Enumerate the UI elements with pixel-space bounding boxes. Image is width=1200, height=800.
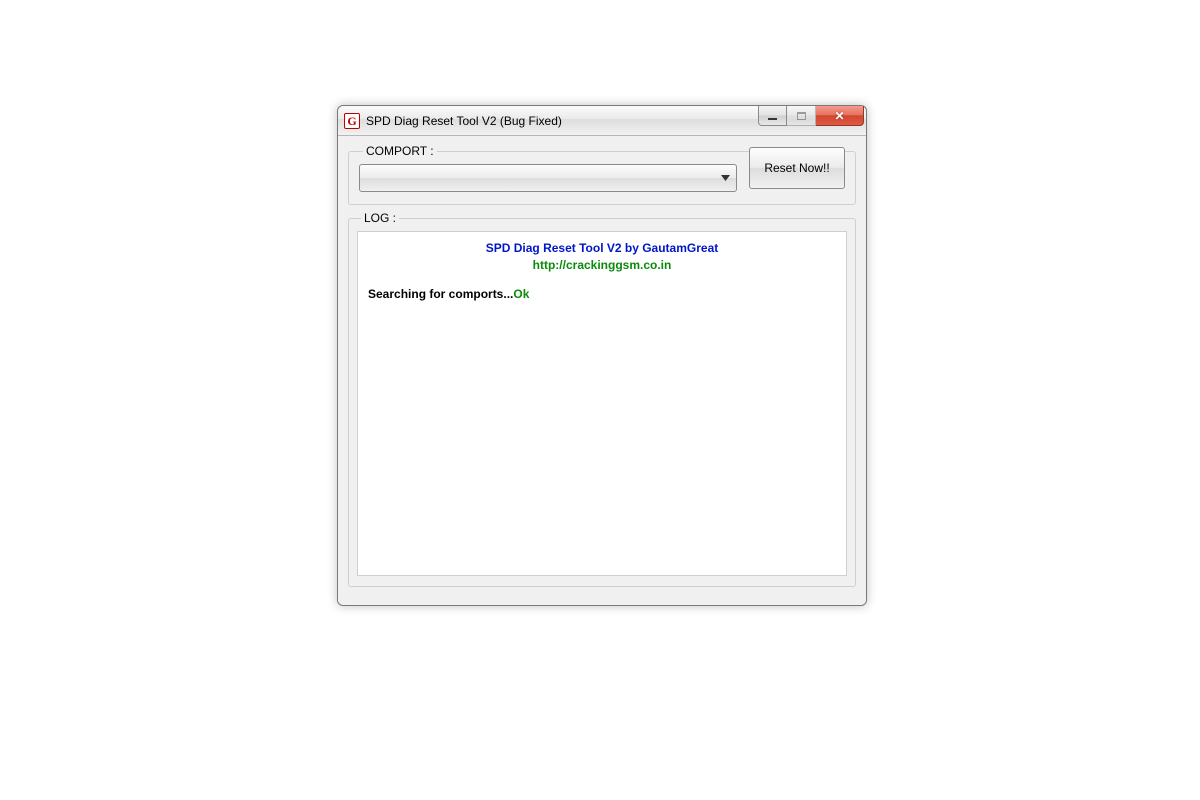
log-header-title: SPD Diag Reset Tool V2 by GautamGreat (368, 240, 836, 257)
comport-legend: COMPORT : (363, 144, 437, 158)
application-window: G SPD Diag Reset Tool V2 (Bug Fixed) ✕ C… (337, 105, 867, 606)
comport-group: COMPORT : Reset Now!! (348, 144, 856, 205)
log-header-url: http://crackinggsm.co.in (368, 257, 836, 274)
window-controls: ✕ (758, 106, 864, 135)
maximize-button (787, 106, 816, 126)
log-search-label: Searching for comports... (368, 287, 513, 301)
reset-now-button[interactable]: Reset Now!! (749, 147, 845, 189)
chevron-down-icon (721, 175, 730, 181)
comport-combobox[interactable] (359, 164, 737, 192)
titlebar[interactable]: G SPD Diag Reset Tool V2 (Bug Fixed) ✕ (338, 106, 866, 136)
log-output: SPD Diag Reset Tool V2 by GautamGreat ht… (357, 231, 847, 576)
minimize-button[interactable] (758, 106, 787, 126)
log-search-status: Ok (513, 287, 529, 301)
comport-row: Reset Now!! (359, 164, 845, 192)
window-client-area: COMPORT : Reset Now!! LOG : SPD Diag Res… (338, 136, 866, 605)
minimize-icon (768, 118, 777, 120)
log-header: SPD Diag Reset Tool V2 by GautamGreat ht… (368, 240, 836, 275)
log-legend: LOG : (361, 211, 399, 225)
app-icon: G (344, 113, 360, 129)
maximize-icon (797, 112, 806, 120)
reset-button-label: Reset Now!! (764, 161, 829, 175)
log-search-line: Searching for comports...Ok (368, 287, 836, 301)
close-icon: ✕ (834, 110, 844, 122)
close-button[interactable]: ✕ (816, 106, 864, 126)
window-title: SPD Diag Reset Tool V2 (Bug Fixed) (366, 114, 758, 128)
log-group: LOG : SPD Diag Reset Tool V2 by GautamGr… (348, 211, 856, 587)
